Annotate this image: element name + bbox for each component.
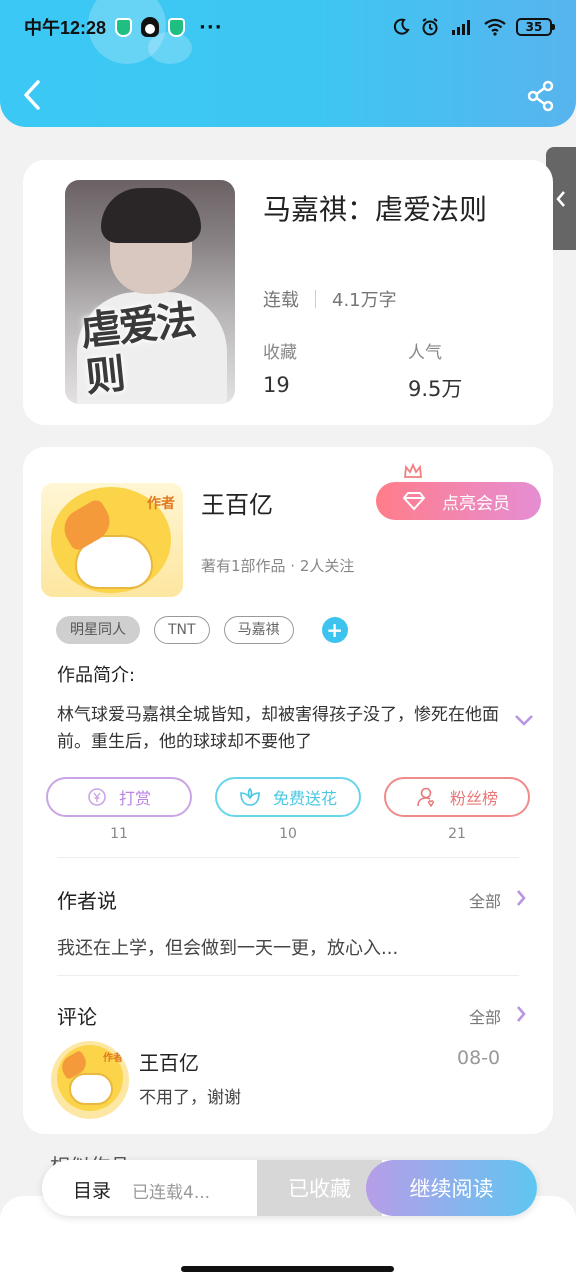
- word-count: 4.1万字: [332, 290, 397, 311]
- wifi-icon: [484, 18, 506, 36]
- author-badge: 作者: [147, 496, 175, 512]
- status-bar: 中午12:28 ··· 35: [24, 12, 555, 42]
- author-name[interactable]: 王百亿: [201, 485, 273, 520]
- vip-label: 点亮会员: [442, 493, 510, 514]
- tag-item[interactable]: 马嘉祺: [223, 616, 294, 644]
- tag-item[interactable]: TNT: [154, 616, 210, 644]
- user-icon: [417, 787, 434, 808]
- chevron-left-icon: [556, 190, 565, 207]
- popularity-stat: 人气 9.5万: [408, 338, 462, 403]
- toc-button[interactable]: 目录: [73, 1176, 111, 1203]
- author-says-text[interactable]: 我还在上学，但会做到一天一更，放心入...: [57, 934, 398, 960]
- top-header: 中午12:28 ··· 35: [0, 0, 576, 127]
- book-info-card: 虐爱法则 马嘉祺：虐爱法则 连载 4.1万字 收藏 19 人气 9.5万: [23, 160, 553, 425]
- favorited-button[interactable]: 已收藏: [257, 1160, 382, 1216]
- action-row: 打赏 11 免费送花 10 粉丝榜 21: [46, 777, 530, 842]
- status-time: 中午12:28: [24, 18, 107, 38]
- intro-text: 林气球爱马嘉祺全城皆知，却被害得孩子没了，惨死在他面前。重生后，他的球球却不要他…: [57, 705, 499, 752]
- comments-all-link[interactable]: 全部: [469, 1004, 501, 1028]
- diamond-icon: [402, 492, 426, 511]
- favorites-value: 19: [263, 373, 290, 397]
- yen-icon: [88, 788, 106, 806]
- cover-title: 虐爱法则: [78, 296, 197, 402]
- comment-date: 08-0: [457, 1047, 501, 1069]
- more-notifications-icon: ···: [199, 16, 223, 38]
- continue-reading-button[interactable]: 继续阅读: [366, 1160, 537, 1216]
- author-card: 作者 王百亿 点亮会员 著有1部作品 · 2人关注 明星同人 TNT 马嘉祺 +…: [23, 447, 553, 1134]
- shield-icon: [168, 17, 186, 37]
- book-cover[interactable]: 虐爱法则: [65, 180, 235, 404]
- expand-chevron-icon[interactable]: [513, 713, 535, 727]
- share-button[interactable]: [526, 80, 556, 112]
- book-status-line: 连载 4.1万字: [263, 286, 397, 312]
- serial-progress: 已连载4...: [132, 1183, 211, 1203]
- vip-button[interactable]: 点亮会员: [376, 482, 541, 520]
- fans-rank-button[interactable]: 粉丝榜: [384, 777, 530, 817]
- author-says-all-link[interactable]: 全部: [469, 888, 501, 912]
- add-tag-button[interactable]: +: [321, 617, 348, 643]
- bottom-action-bar: 目录 已连载4... 已收藏 继续阅读: [42, 1160, 537, 1216]
- fans-label: 粉丝榜: [449, 789, 498, 808]
- flower-label: 免费送花: [272, 789, 337, 808]
- home-indicator[interactable]: [181, 1266, 394, 1272]
- qq-icon: [141, 17, 160, 37]
- divider: [57, 975, 519, 976]
- alarm-icon: [422, 18, 438, 36]
- author-meta: 著有1部作品 · 2人关注: [201, 557, 355, 575]
- serial-status: 连载: [263, 290, 299, 311]
- chevron-right-icon[interactable]: [515, 889, 527, 907]
- back-button[interactable]: [18, 78, 48, 112]
- book-title: 马嘉祺：虐爱法则: [263, 193, 488, 226]
- commenter-name[interactable]: 王百亿: [139, 1047, 199, 1076]
- author-avatar[interactable]: 作者: [41, 483, 183, 597]
- flower-button[interactable]: 免费送花: [215, 777, 361, 817]
- flower-icon: [240, 787, 260, 806]
- signal-icon: [452, 20, 470, 35]
- fans-count: 21: [448, 826, 466, 842]
- tag-list: 明星同人 TNT 马嘉祺 +: [56, 616, 348, 644]
- reward-count: 11: [110, 826, 128, 842]
- popularity-value: 9.5万: [408, 377, 463, 401]
- favorites-label: 收藏: [263, 343, 297, 363]
- divider: [57, 857, 519, 858]
- comment-text: 不用了，谢谢: [139, 1088, 241, 1108]
- intro-label: 作品简介:: [57, 665, 136, 686]
- reward-button[interactable]: 打赏: [46, 777, 192, 817]
- shield-icon: [115, 17, 133, 37]
- tag-item[interactable]: 明星同人: [56, 616, 140, 644]
- commenter-avatar[interactable]: 作者: [51, 1041, 129, 1119]
- reward-action: 打赏 11: [46, 777, 192, 842]
- favorites-stat: 收藏 19: [263, 338, 297, 397]
- fans-action: 粉丝榜 21: [384, 777, 530, 842]
- author-says-title: 作者说: [57, 889, 117, 913]
- comments-title: 评论: [57, 1005, 97, 1029]
- chevron-right-icon[interactable]: [515, 1005, 527, 1023]
- moon-icon: [393, 18, 410, 35]
- popularity-label: 人气: [408, 343, 442, 363]
- flower-count: 10: [279, 826, 297, 842]
- flower-action: 免费送花 10: [215, 777, 361, 842]
- reward-label: 打赏: [118, 789, 151, 808]
- battery-icon: 35: [516, 18, 555, 36]
- crown-icon: [404, 463, 422, 478]
- commenter-badge: 作者: [103, 1053, 123, 1064]
